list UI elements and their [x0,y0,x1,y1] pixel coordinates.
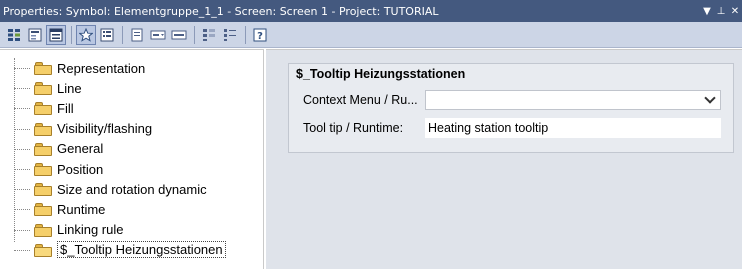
window-menu-icon[interactable]: ▼ [700,6,714,17]
window-button[interactable] [127,25,147,45]
properties-list-button[interactable] [97,25,117,45]
folder-icon [34,142,52,156]
tree-item[interactable]: Runtime [0,199,263,219]
tree-guide [14,128,30,130]
textbox-button[interactable] [169,25,189,45]
expand-all-icon [203,28,215,41]
tree-guide [14,68,30,69]
tree-item[interactable]: Visibility/flashing [0,119,263,139]
tree-guide [14,249,30,251]
tree-item-label: Linking rule [57,222,124,238]
property-group: $_Tooltip Heizungsstationen Context Menu… [288,63,734,153]
tree-item-label: Position [57,161,104,177]
tree-item[interactable]: $_Tooltip Heizungsstationen [0,240,263,260]
properties-panel: $_Tooltip Heizungsstationen Context Menu… [266,49,742,269]
tree-item[interactable]: Size and rotation dynamic [0,179,263,199]
collapse-all-icon [224,28,236,41]
context-menu-label: Context Menu / Ru... [303,93,418,107]
tree-guide [14,148,30,150]
expand-all-button[interactable] [199,25,219,45]
tree-item-label: $_Tooltip Heizungsstationen [57,241,226,259]
tree-item-label: General [57,141,104,157]
tooltip-value: Heating station tooltip [428,121,549,135]
tree-item-label: Fill [57,100,74,116]
window-icon [131,28,143,41]
toolbar-separator [245,25,246,44]
tree-item-label: Size and rotation dynamic [57,181,207,197]
folder-icon [34,202,52,217]
tree-guide [14,88,30,90]
tree-item[interactable]: Position [0,159,263,179]
folder-icon [34,81,52,96]
all-properties-icon [8,28,20,41]
property-tree: Representation Line Fill Visibility/flashin… [0,49,264,269]
tree-guide [14,108,30,110]
tooltip-input[interactable]: Heating station tooltip [425,118,721,138]
grouped-view-button[interactable] [25,25,45,45]
tree-item-label: Line [57,80,82,96]
close-icon[interactable]: ✕ [728,6,742,17]
context-menu-row: Context Menu / Ru... [303,90,721,110]
svg-text:?: ? [257,31,263,42]
tree-guide [14,168,30,170]
tree-guide [14,189,30,191]
toolbar-separator [122,25,123,44]
tree-item-label: Visibility/flashing [57,121,153,137]
toolbar: ? [0,22,742,48]
tree-item[interactable]: Representation [0,58,263,78]
textbox-icon [171,30,187,39]
tree-guide [14,209,30,211]
chevron-down-icon[interactable] [704,92,716,104]
tree-item[interactable]: Line [0,78,263,98]
dropdown-box-icon [150,30,166,39]
toolbar-separator [71,25,72,44]
favorites-star-icon [79,27,93,42]
group-title: $_Tooltip Heizungsstationen [296,67,466,81]
folder-icon [34,122,52,136]
help-button[interactable]: ? [250,25,270,45]
tree-item[interactable]: Fill [0,98,263,118]
tree-view-icon [49,28,63,41]
help-icon: ? [253,28,267,42]
folder-icon [34,223,52,237]
tooltip-row: Tool tip / Runtime: Heating station tool… [303,118,721,138]
collapse-all-button[interactable] [220,25,240,45]
folder-icon [34,243,52,257]
tree-guide [14,229,30,231]
toolbar-separator [194,25,195,44]
context-menu-dropdown[interactable] [425,90,721,110]
tree-item[interactable]: General [0,139,263,159]
tree-view-button[interactable] [46,24,66,45]
tree-item-label: Representation [57,60,146,76]
folder-icon [34,182,52,197]
window-title: Properties: Symbol: Elementgruppe_1_1 - … [3,4,439,18]
tree-item-label: Runtime [57,201,106,217]
grouped-view-icon [28,28,42,41]
tree-item[interactable]: Linking rule [0,220,263,240]
favorites-button[interactable] [76,24,96,45]
folder-icon [34,162,52,177]
title-bar: Properties: Symbol: Elementgruppe_1_1 - … [0,0,742,22]
pin-icon[interactable]: ⊥ [714,6,728,17]
tooltip-label: Tool tip / Runtime: [303,121,404,135]
all-properties-button[interactable] [4,25,24,45]
dropdown-box-button[interactable] [148,25,168,45]
folder-icon [34,61,52,76]
folder-icon [34,101,52,116]
properties-list-icon [100,28,114,41]
